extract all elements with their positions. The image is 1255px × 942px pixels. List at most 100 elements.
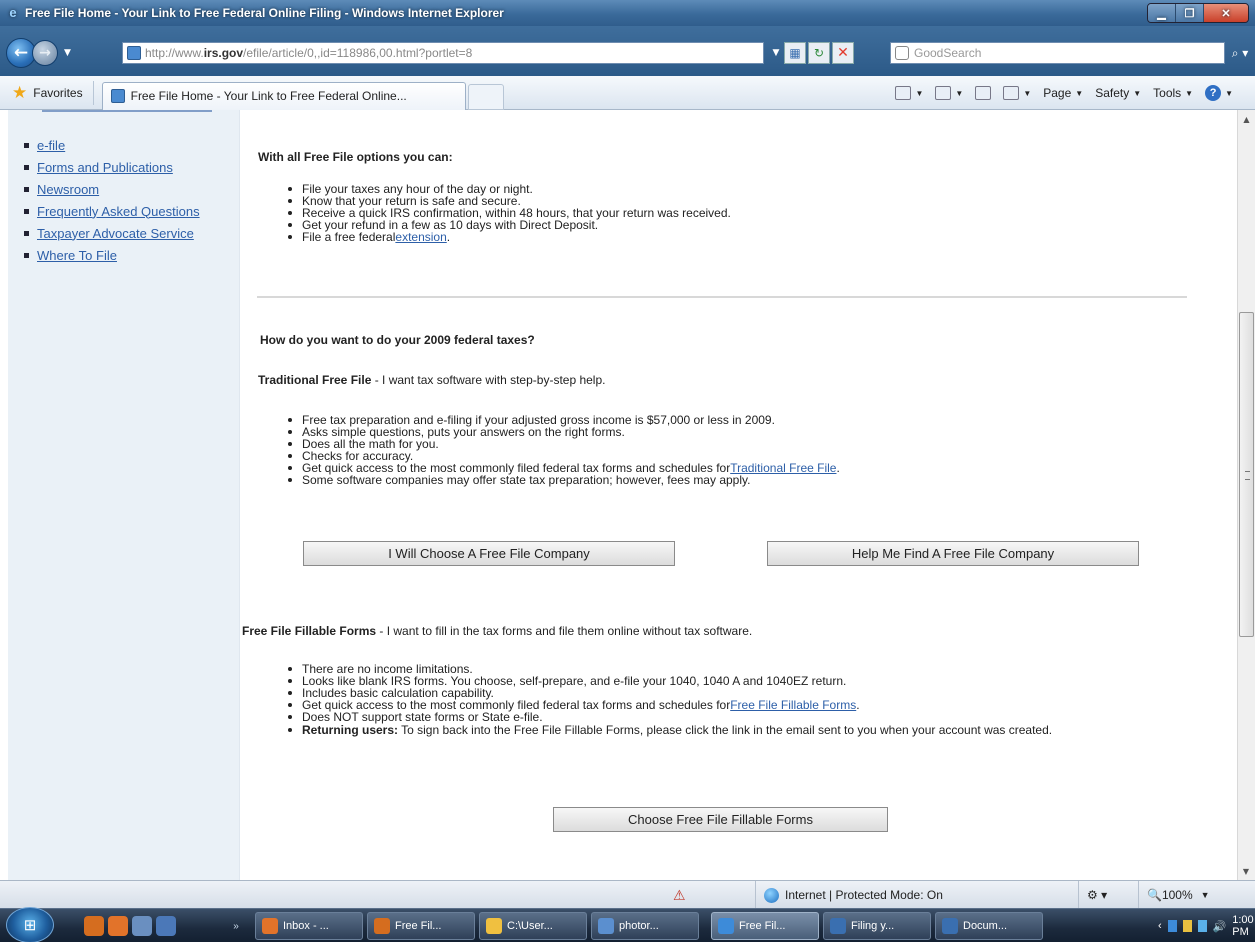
scrollbar-thumb[interactable]	[1239, 312, 1254, 637]
taskbar-button-active[interactable]: Free Fil...	[711, 912, 819, 940]
sidebar-item-label[interactable]: Forms and Publications	[37, 160, 173, 175]
taskbar-button[interactable]: Filing y...	[823, 912, 931, 940]
print-button[interactable]: ▼	[1003, 86, 1031, 100]
page-menu-label: Page	[1043, 86, 1072, 100]
safety-menu[interactable]: Safety ▼	[1095, 86, 1141, 100]
bullet-icon	[24, 164, 29, 170]
sidebar-item-label[interactable]: Frequently Asked Questions	[37, 204, 200, 219]
mail-app-icon	[262, 918, 278, 934]
vertical-scrollbar[interactable]: ▲ ▼	[1237, 110, 1255, 880]
bullet-icon	[288, 418, 292, 422]
zoom-button[interactable]: 🔍 100% ▼	[1138, 881, 1255, 909]
fillable-forms-link[interactable]: Free File Fillable Forms	[730, 699, 856, 711]
chevron-down-icon: ▼	[915, 88, 924, 98]
choose-fillable-forms-button[interactable]: Choose Free File Fillable Forms	[553, 807, 888, 832]
choose-company-button[interactable]: I Will Choose A Free File Company	[303, 541, 675, 566]
sidebar-item-where-to-file[interactable]: Where To File	[24, 244, 239, 266]
traditional-title: Traditional Free File	[258, 373, 372, 387]
sidebar-item-forms[interactable]: Forms and Publications	[24, 156, 239, 178]
bullet-icon	[288, 478, 292, 482]
sidebar-item-efile[interactable]: e-file	[24, 134, 239, 156]
explorer-icon[interactable]	[132, 916, 152, 936]
tab-active[interactable]: Free File Home - Your Link to Free Feder…	[101, 81, 466, 110]
stop-icon[interactable]: ✕	[832, 42, 854, 64]
sidebar-item-newsroom[interactable]: Newsroom	[24, 178, 239, 200]
popup-blocked-icon[interactable]: ⚠	[673, 887, 686, 904]
help-menu[interactable]: ? ▼	[1205, 85, 1233, 101]
security-zone[interactable]: Internet | Protected Mode: On	[755, 881, 1055, 909]
feeds-button[interactable]: ▼	[935, 86, 963, 100]
page-icon	[127, 46, 141, 60]
minimize-icon[interactable]: ▁	[1148, 4, 1176, 22]
volume-icon[interactable]: 🔊	[1213, 920, 1227, 933]
search-input[interactable]: GoodSearch	[890, 42, 1225, 64]
bullet-icon	[24, 208, 29, 214]
bullet-icon	[288, 442, 292, 446]
mail-button[interactable]	[975, 86, 992, 100]
traditional-intro: Traditional Free File - I want tax softw…	[258, 373, 605, 387]
mail-icon	[975, 86, 992, 100]
network-icon[interactable]	[1197, 920, 1207, 932]
find-company-button[interactable]: Help Me Find A Free File Company	[767, 541, 1139, 566]
tray-app-icon[interactable]	[1167, 920, 1177, 932]
tray-app-icon[interactable]	[1182, 920, 1192, 932]
taskbar-button[interactable]: Inbox - ...	[255, 912, 363, 940]
bullet-icon	[24, 252, 29, 258]
address-input[interactable]: http://www.irs.gov/efile/article/0,,id=1…	[122, 42, 764, 64]
grip-icon	[1245, 471, 1250, 480]
sidebar-item-label[interactable]: Taxpayer Advocate Service	[37, 226, 194, 241]
start-button[interactable]: ⊞	[6, 907, 54, 942]
taskbar-button[interactable]: Free Fil...	[367, 912, 475, 940]
scroll-up-icon[interactable]: ▲	[1238, 110, 1255, 128]
tray-expand-icon[interactable]: ‹	[1158, 920, 1162, 932]
divider	[257, 296, 1187, 298]
address-dropdown-icon[interactable]: ▼	[770, 42, 782, 64]
desktop-icon[interactable]	[156, 916, 176, 936]
compatibility-view-icon[interactable]: ▦	[784, 42, 806, 64]
search-icon[interactable]: ⌕ ▾	[1228, 42, 1252, 64]
forward-button[interactable]: →	[32, 40, 58, 66]
scroll-down-icon[interactable]: ▼	[1238, 862, 1254, 880]
sidebar-item-label[interactable]: Where To File	[37, 248, 117, 263]
favorites-label: Favorites	[33, 85, 83, 100]
quick-launch-overflow-icon[interactable]: »	[230, 916, 242, 936]
new-tab-button[interactable]	[467, 83, 504, 110]
firefox-icon[interactable]	[84, 916, 104, 936]
taskbar-button[interactable]: C:\User...	[479, 912, 587, 940]
folder-icon	[486, 918, 502, 934]
sidebar-item-label[interactable]: Newsroom	[37, 182, 99, 197]
bullet-icon	[288, 679, 292, 683]
chevron-down-icon: ▼	[1225, 88, 1233, 98]
options-heading: With all Free File options you can:	[258, 150, 453, 164]
tab-title: Free File Home - Your Link to Free Feder…	[130, 89, 407, 103]
print-icon	[1003, 86, 1020, 100]
ie-logo-icon: e	[9, 5, 17, 20]
favorites-button[interactable]: ★ Favorites	[0, 80, 94, 105]
bullet-icon	[24, 186, 29, 192]
add-ons-button[interactable]: ⚙ ▾	[1078, 881, 1138, 909]
maximize-icon[interactable]: ❐	[1176, 4, 1204, 22]
thunderbird-icon[interactable]	[108, 916, 128, 936]
refresh-icon[interactable]: ↻	[808, 42, 830, 64]
sidebar-item-faq[interactable]: Frequently Asked Questions	[24, 200, 239, 222]
tools-menu[interactable]: Tools ▼	[1153, 86, 1193, 100]
extension-link[interactable]: extension	[395, 231, 446, 243]
sidebar-item-advocate[interactable]: Taxpayer Advocate Service	[24, 222, 239, 244]
url-prefix: http://www.	[145, 46, 204, 60]
returning-users-label: Returning users:	[302, 723, 399, 737]
page-menu[interactable]: Page ▼	[1043, 86, 1083, 100]
clock[interactable]: 1:00 PM	[1232, 914, 1255, 938]
sidebar-item-label[interactable]: e-file	[37, 138, 65, 153]
word-icon	[942, 918, 958, 934]
tab-page-icon	[110, 89, 125, 103]
recent-pages-dropdown-icon[interactable]: ▼	[64, 48, 71, 58]
close-icon[interactable]: ✕	[1204, 4, 1248, 22]
taskbar-button[interactable]: photor...	[591, 912, 699, 940]
photo-app-icon	[598, 918, 614, 934]
taskbar-button[interactable]: Docum...	[935, 912, 1043, 940]
zoom-icon: 🔍	[1147, 888, 1162, 902]
fillable-list: There are no income limitations. Looks l…	[288, 663, 1183, 737]
home-button[interactable]: ▼	[895, 86, 923, 100]
status-bar: ⚠ Internet | Protected Mode: On ⚙ ▾ 🔍 100…	[0, 880, 1255, 909]
clipped-link	[42, 110, 212, 116]
